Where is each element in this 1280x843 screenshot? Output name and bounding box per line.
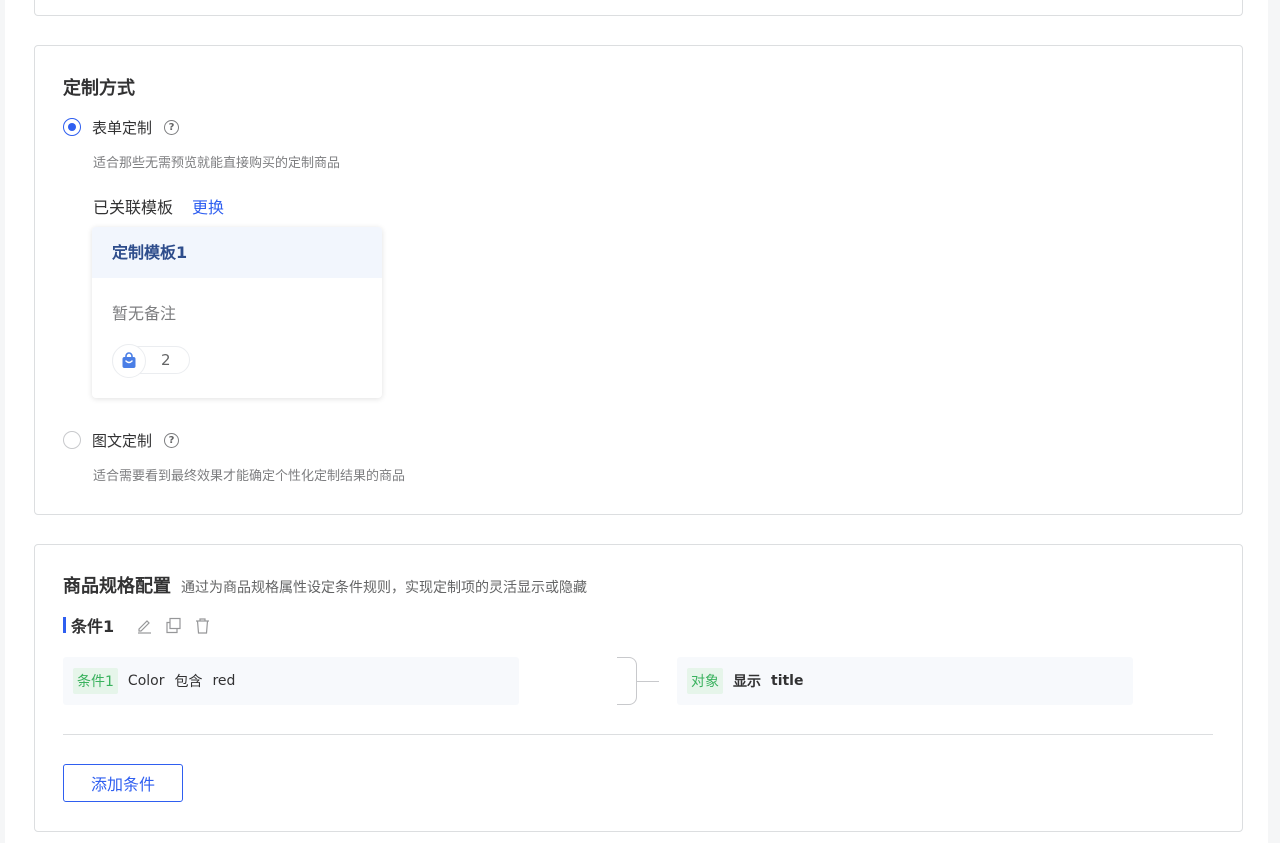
previous-section-card [34, 0, 1243, 16]
spec-config-card: 商品规格配置 通过为商品规格属性设定条件规则，实现定制项的灵活显示或隐藏 条件1… [34, 544, 1243, 832]
target-field: title [771, 673, 804, 689]
rule-attribute: Color [127, 673, 165, 689]
section-title: 定制方式 [63, 78, 135, 99]
connector-bracket [617, 657, 637, 705]
add-condition-button[interactable]: 添加条件 [63, 764, 183, 802]
option-description: 适合需要看到最终效果才能确定个性化定制结果的商品 [93, 469, 406, 484]
template-name: 定制模板1 [92, 227, 382, 278]
condition-header: 条件1 [63, 615, 211, 636]
radio-button-unchecked[interactable] [63, 431, 81, 449]
customization-mode-card: 定制方式 表单定制 ? 适合那些无需预览就能直接购买的定制商品 已关联模板 更换… [34, 45, 1243, 515]
change-template-link[interactable]: 更换 [192, 194, 224, 218]
rule-value: red [212, 673, 236, 689]
shopping-bag-icon [112, 344, 146, 378]
condition-tools [136, 617, 211, 634]
connector-line [637, 681, 659, 682]
product-count-badge: 2 [112, 344, 190, 378]
template-note: 暂无备注 [112, 304, 177, 323]
condition-name: 条件1 [71, 617, 115, 636]
help-icon[interactable]: ? [164, 432, 180, 448]
radio-label[interactable]: 表单定制 [92, 117, 152, 138]
trash-icon[interactable] [194, 617, 211, 634]
page: 定制方式 表单定制 ? 适合那些无需预览就能直接购买的定制商品 已关联模板 更换… [5, 0, 1268, 843]
target-rule: 对象 显示 title [677, 657, 1133, 705]
radio-label[interactable]: 图文定制 [92, 430, 152, 451]
linked-template-label: 已关联模板 [93, 198, 174, 217]
condition-tag: 条件1 [73, 668, 118, 694]
condition-rule: 条件1 Color 包含 red [63, 657, 519, 705]
linked-template-row: 已关联模板 更换 [93, 194, 224, 218]
spec-title-row: 商品规格配置 通过为商品规格属性设定条件规则，实现定制项的灵活显示或隐藏 [63, 572, 587, 598]
copy-icon[interactable] [165, 617, 182, 634]
template-card[interactable]: 定制模板1 暂无备注 2 [92, 227, 382, 398]
radio-image-text-customization[interactable]: 图文定制 ? [63, 429, 180, 451]
rule-operator: 包含 [174, 674, 203, 690]
radio-form-customization[interactable]: 表单定制 ? [63, 116, 180, 138]
accent-bar [63, 617, 66, 633]
section-title: 商品规格配置 [63, 576, 171, 597]
edit-icon[interactable] [136, 617, 153, 634]
target-tag: 对象 [687, 668, 723, 694]
section-subtitle: 通过为商品规格属性设定条件规则，实现定制项的灵活显示或隐藏 [181, 580, 587, 596]
radio-button-checked[interactable] [63, 118, 81, 136]
product-count: 2 [161, 351, 171, 369]
option-description: 适合那些无需预览就能直接购买的定制商品 [93, 156, 341, 171]
target-action: 显示 [733, 674, 761, 690]
divider [63, 734, 1213, 735]
help-icon[interactable]: ? [164, 119, 180, 135]
